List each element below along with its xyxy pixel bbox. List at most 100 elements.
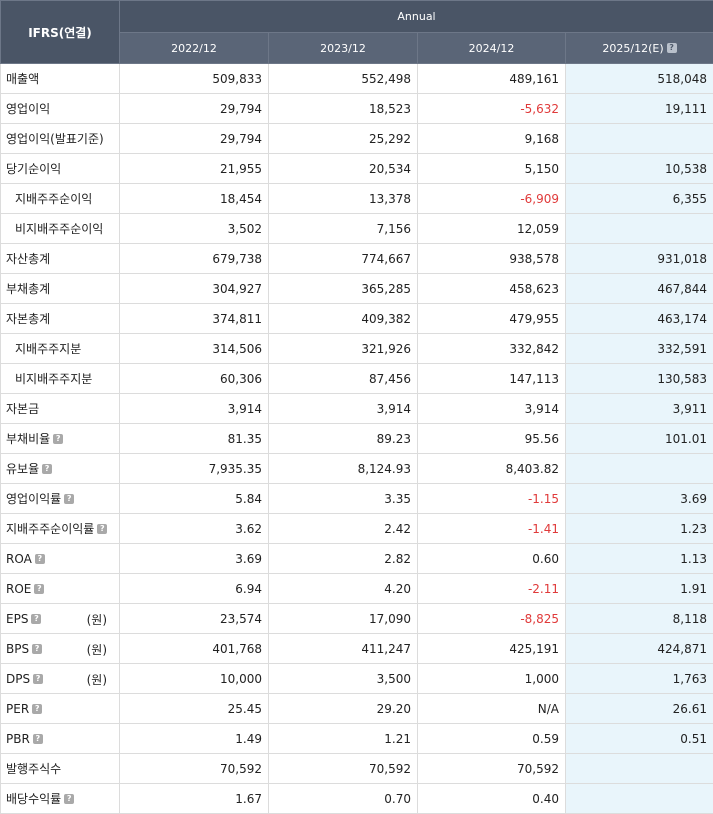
help-icon[interactable]: ? bbox=[32, 703, 43, 714]
table-row: 지배주주지분 314,506 321,926 332,842 332,591 bbox=[0, 333, 713, 364]
value-cell: 20,534 bbox=[268, 153, 418, 184]
value-cell: -5,632 bbox=[417, 93, 566, 124]
table-row: ROA? 3.69 2.82 0.60 1.13 bbox=[0, 543, 713, 574]
value-cell: 25,292 bbox=[268, 123, 418, 154]
help-icon[interactable]: ? bbox=[64, 794, 75, 804]
row-label-cell: 영업이익(발표기준) bbox=[0, 123, 120, 154]
value-cell: 2.82 bbox=[268, 543, 418, 574]
value-cell: 18,523 bbox=[268, 93, 418, 124]
value-cell: 70,592 bbox=[417, 753, 566, 784]
row-label-cell: 당기순이익 bbox=[0, 153, 120, 184]
value-cell: -2.11 bbox=[417, 573, 566, 604]
value-cell: 3,914 bbox=[119, 393, 269, 424]
value-cell: 3,500 bbox=[268, 663, 418, 694]
value-cell: 3.69 bbox=[565, 483, 713, 514]
table-row: PBR? 1.49 1.21 0.59 0.51 bbox=[0, 723, 713, 754]
help-icon[interactable]: ? bbox=[31, 613, 42, 624]
value-cell: 3.69 bbox=[119, 543, 269, 574]
table-row: ROE? 6.94 4.20 -2.11 1.91 bbox=[0, 573, 713, 604]
table-row: 자산총계 679,738 774,667 938,578 931,018 bbox=[0, 243, 713, 274]
year-header-2025-label: 2025/12(E) bbox=[602, 41, 664, 55]
row-label: 발행주식수 bbox=[6, 762, 62, 776]
row-label: 부채총계 bbox=[6, 282, 51, 296]
value-cell: 509,833 bbox=[119, 63, 269, 94]
help-icon[interactable]: ? bbox=[32, 643, 43, 654]
unit-label: (원) bbox=[86, 673, 107, 687]
row-label: 매출액 bbox=[6, 72, 40, 86]
help-icon[interactable]: ? bbox=[34, 583, 45, 594]
row-label-cell: 매출액 bbox=[0, 63, 120, 94]
year-header-2023: 2023/12 bbox=[268, 32, 418, 64]
help-icon[interactable]: ? bbox=[97, 524, 108, 534]
value-cell: 95.56 bbox=[417, 423, 566, 454]
value-cell: 5,150 bbox=[417, 153, 566, 184]
row-label: 지배주주순이익률 bbox=[6, 522, 95, 536]
value-cell bbox=[565, 213, 713, 244]
value-cell bbox=[565, 783, 713, 814]
value-cell: 70,592 bbox=[268, 753, 418, 784]
help-icon[interactable]: ? bbox=[53, 434, 64, 444]
value-cell: 0.59 bbox=[417, 723, 566, 754]
value-cell: -8,825 bbox=[417, 603, 566, 634]
row-label: 자본금 bbox=[6, 402, 40, 416]
row-label-cell: 지배주주순이익률? bbox=[0, 513, 120, 544]
value-cell: 7,156 bbox=[268, 213, 418, 244]
table-row: 배당수익률? 1.67 0.70 0.40 bbox=[0, 783, 713, 814]
help-icon[interactable]: ? bbox=[666, 42, 677, 53]
value-cell: 29,794 bbox=[119, 93, 269, 124]
value-cell: -6,909 bbox=[417, 183, 566, 214]
row-label: 영업이익(발표기준) bbox=[6, 132, 104, 146]
value-cell: 552,498 bbox=[268, 63, 418, 94]
value-cell: 9,168 bbox=[417, 123, 566, 154]
value-cell: 4.20 bbox=[268, 573, 418, 604]
help-icon[interactable]: ? bbox=[42, 464, 53, 474]
row-label: 비지배주주지분 bbox=[15, 372, 93, 386]
row-label: 배당수익률 bbox=[6, 792, 62, 806]
value-cell: 1,000 bbox=[417, 663, 566, 694]
table-row: 비지배주주순이익 3,502 7,156 12,059 bbox=[0, 213, 713, 244]
value-cell: 60,306 bbox=[119, 363, 269, 394]
value-cell: 17,090 bbox=[268, 603, 418, 634]
value-cell: 1.67 bbox=[119, 783, 269, 814]
value-cell: N/A bbox=[417, 693, 566, 724]
help-icon[interactable]: ? bbox=[32, 733, 43, 744]
value-cell: 424,871 bbox=[565, 633, 713, 664]
financial-highlight-table: IFRS(연결) Annual 2022/12 2023/12 2024/12 … bbox=[0, 0, 713, 814]
table-row: EPS? (원) 23,574 17,090 -8,825 8,118 bbox=[0, 603, 713, 634]
table-row: 유보율? 7,935.35 8,124.93 8,403.82 bbox=[0, 453, 713, 484]
help-icon[interactable]: ? bbox=[34, 553, 45, 564]
help-icon[interactable]: ? bbox=[64, 494, 75, 504]
table-row: 당기순이익 21,955 20,534 5,150 10,538 bbox=[0, 153, 713, 184]
value-cell: 314,506 bbox=[119, 333, 269, 364]
value-cell: 21,955 bbox=[119, 153, 269, 184]
value-cell: 10,538 bbox=[565, 153, 713, 184]
value-cell: 3,914 bbox=[268, 393, 418, 424]
value-cell: 2.42 bbox=[268, 513, 418, 544]
value-cell: 147,113 bbox=[417, 363, 566, 394]
help-icon[interactable]: ? bbox=[33, 673, 44, 684]
value-cell: 25.45 bbox=[119, 693, 269, 724]
value-cell: 931,018 bbox=[565, 243, 713, 274]
row-label: 지배주주지분 bbox=[15, 342, 82, 356]
value-cell: 101.01 bbox=[565, 423, 713, 454]
value-cell: 23,574 bbox=[119, 603, 269, 634]
row-label-cell: 자본금 bbox=[0, 393, 120, 424]
value-cell: 3,914 bbox=[417, 393, 566, 424]
row-label: 유보율 bbox=[6, 462, 40, 476]
row-label-cell: BPS? (원) bbox=[0, 633, 120, 664]
value-cell: 3,502 bbox=[119, 213, 269, 244]
value-cell: 321,926 bbox=[268, 333, 418, 364]
row-label: BPS bbox=[6, 641, 30, 656]
row-label: ROE bbox=[6, 581, 32, 596]
row-label-cell: 부채총계 bbox=[0, 273, 120, 304]
value-cell: 463,174 bbox=[565, 303, 713, 334]
row-label-cell: PBR? bbox=[0, 723, 120, 754]
value-cell: 81.35 bbox=[119, 423, 269, 454]
value-cell bbox=[565, 123, 713, 154]
table-body: 매출액 509,833 552,498 489,161 518,048 영업이익 29,79… bbox=[0, 63, 713, 814]
row-label-cell: 영업이익 bbox=[0, 93, 120, 124]
value-cell: 774,667 bbox=[268, 243, 418, 274]
table-row: 영업이익률? 5.84 3.35 -1.15 3.69 bbox=[0, 483, 713, 514]
value-cell: 332,842 bbox=[417, 333, 566, 364]
value-cell: 10,000 bbox=[119, 663, 269, 694]
